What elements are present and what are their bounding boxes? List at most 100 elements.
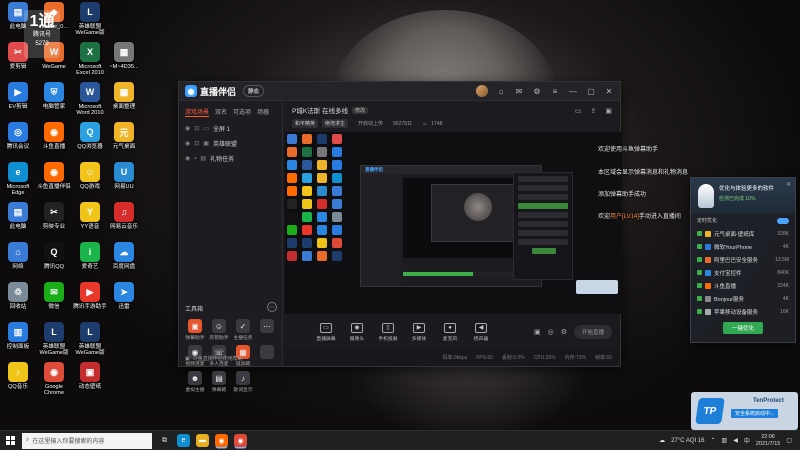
category-tag[interactable]: 和平精英	[292, 119, 319, 128]
desktop-icon[interactable]: ▶ EV剪辑	[0, 82, 36, 110]
settings-icon[interactable]: ⚙	[532, 86, 542, 96]
desktop-icon[interactable]: W Microsoft Word 2010	[72, 82, 108, 117]
startup-item[interactable]: 支付宝控件 840K	[691, 266, 795, 279]
optimize-button[interactable]: 一键优化	[723, 322, 763, 334]
chevron-up-icon[interactable]: ⌃	[711, 437, 716, 444]
tab-3[interactable]: 可选项	[233, 107, 251, 117]
maximize-icon[interactable]: ▢	[586, 86, 596, 96]
desktop-icon[interactable]: ♲ 回收站	[0, 282, 36, 310]
checkbox[interactable]	[697, 309, 702, 314]
lock-icon[interactable]: ⊡	[194, 140, 199, 147]
source-control[interactable]: ◉ 摄像头	[346, 322, 368, 342]
startup-item[interactable]: 斗鱼直播 224K	[691, 279, 795, 292]
desktop-icon[interactable]: ➤ 迅雷	[106, 282, 142, 310]
chrome-icon[interactable]: ◉	[234, 434, 247, 447]
checkbox[interactable]	[697, 283, 702, 288]
start-button[interactable]	[0, 431, 20, 450]
start-live-button[interactable]: 开始直播	[573, 325, 612, 339]
tenprotect-toast[interactable]: TP TenProtect 安全系统启动中...	[691, 392, 798, 430]
desktop-icon[interactable]: ⌂ 网络	[0, 242, 36, 270]
ime-icon[interactable]: 中	[744, 436, 750, 445]
desktop-icon[interactable]: ◎ 腾讯会议	[0, 122, 36, 150]
desktop-icon[interactable]: X Microsoft Excel 2010	[72, 42, 108, 77]
mail-icon[interactable]: ✉	[514, 86, 524, 96]
menu-icon[interactable]: ≡	[550, 86, 560, 96]
desktop-icon[interactable]: ◉ 斗鱼直播伴侣	[36, 162, 72, 190]
desktop-icon[interactable]: ♫ 网易云音乐	[106, 202, 142, 230]
desktop-icon[interactable]: ▣ 动态壁纸	[72, 362, 108, 390]
desktop-icon[interactable]: Q QQ浏览器	[72, 122, 108, 150]
toolbox-item[interactable]: ☺ 房管助手	[207, 319, 231, 341]
live-preview[interactable]: 直播伴侣	[285, 132, 622, 314]
desktop-icon[interactable]: ✂ 剪映专业	[36, 202, 72, 230]
notification-icon[interactable]: ▢	[786, 437, 792, 444]
desktop-icon[interactable]: ◉ Google Chrome	[36, 362, 72, 397]
desktop-icon[interactable]: ▦ ~M~4D35...	[106, 42, 142, 70]
subcategory-tag[interactable]: 绝地求生	[322, 119, 349, 128]
source-control[interactable]: ▭ 直播屏幕	[315, 322, 337, 342]
close-icon[interactable]: ✕	[604, 86, 614, 96]
desktop-icon[interactable]: e Microsoft Edge	[0, 162, 36, 197]
desktop-icon[interactable]: U 网易UU	[106, 162, 142, 190]
tab-2[interactable]: 双名	[215, 107, 227, 117]
taskbar-search[interactable]: ⌕ 在这里输入你要搜索的内容	[22, 432, 152, 449]
desktop-icon[interactable]: Q 腾讯QQ	[36, 242, 72, 270]
toolbox-item[interactable]: ▤ 弹幕箱	[207, 371, 231, 393]
toggle-switch[interactable]	[777, 217, 789, 224]
startup-item[interactable]: 微软YourPhone 4K	[691, 240, 795, 253]
startup-item[interactable]: Bonjour服务 4K	[691, 292, 795, 305]
more-icon[interactable]: ⋯	[267, 302, 277, 312]
visibility-icon[interactable]: ◉	[185, 140, 190, 147]
startup-item[interactable]: 元气桌面-壁纸库 328K	[691, 227, 795, 240]
startup-item[interactable]: 阿里巴巴安全服务 13.5M	[691, 253, 795, 266]
desktop-icon[interactable]: 元元气桌面	[106, 122, 142, 150]
lock-icon[interactable]: ⊡	[194, 125, 199, 132]
scene-item[interactable]: ◉ ⊡ ▣ 英雄联盟	[179, 136, 282, 151]
gift-icon[interactable]: ⌂	[496, 86, 506, 96]
screenshot-icon[interactable]: ▣	[605, 107, 612, 115]
scene-item[interactable]: ◉ ▪ ▤ 礼物任务	[179, 151, 282, 166]
visibility-icon[interactable]: ◉	[185, 125, 190, 132]
source-control[interactable]: ◀ 扬声器	[470, 322, 492, 342]
douyu-companion-icon[interactable]: ◉	[215, 434, 228, 447]
minimize-icon[interactable]: —	[568, 86, 578, 96]
desktop-icon[interactable]: ☁ 百度网盘	[106, 242, 142, 270]
toolbox-item[interactable]: ✓ 主播任务	[231, 319, 255, 341]
tab-4[interactable]: 场器	[257, 107, 269, 117]
desktop-icon[interactable]: ⛨ 电脑管家	[36, 82, 72, 110]
version-badge[interactable]: 静态	[243, 85, 265, 97]
source-control[interactable]: ● 麦克风	[439, 322, 461, 342]
desktop-icon[interactable]: ✉ 微信	[36, 282, 72, 310]
desktop-icon[interactable]: ☺ QQ游戏	[72, 162, 108, 190]
desktop-icon[interactable]: ◉ 斗鱼直播	[36, 122, 72, 150]
checkbox[interactable]	[697, 231, 702, 236]
help-link[interactable]: ▣ 斗鱼直播伴侣使用帮助	[185, 355, 243, 363]
desktop-icon[interactable]: Y YY语音	[72, 202, 108, 230]
clock[interactable]: 22:06 2021/7/15	[756, 434, 780, 448]
settings-icon[interactable]: ⚙	[561, 328, 567, 336]
desktop-icon[interactable]: i 爱奇艺	[72, 242, 108, 270]
edit-title-button[interactable]: 修改	[351, 106, 368, 114]
source-control[interactable]: ▯ 手机投屏	[377, 322, 399, 342]
close-icon[interactable]: ✕	[786, 181, 791, 188]
desktop-icon[interactable]: ▶ 腾讯手游助手	[72, 282, 108, 310]
weather-icon[interactable]: ☁	[659, 437, 665, 444]
share-icon[interactable]: ⇪	[591, 107, 597, 115]
desktop-icon[interactable]: ♪ QQ音乐	[0, 362, 36, 390]
desktop-icon[interactable]: ▥ 控制面板	[0, 322, 36, 350]
broadcast-icon[interactable]: ◎	[548, 328, 554, 336]
toolbox-item[interactable]: ▣ 弹幕助手	[183, 319, 207, 341]
task-view-icon[interactable]: ⧉	[158, 434, 171, 447]
visibility-icon[interactable]: ◉	[185, 155, 190, 162]
desktop-icon[interactable]: ▦ 桌面整理	[106, 82, 142, 110]
checkbox[interactable]	[697, 244, 702, 249]
scene-item[interactable]: ◉ ⊡ ▭ 全屏 1	[179, 121, 282, 136]
desktop-icon[interactable]: L 英雄联盟 WeGame版	[72, 2, 108, 37]
startup-item[interactable]: 苹果移动设备服务 16K	[691, 305, 795, 318]
volume-icon[interactable]: ◀	[733, 437, 738, 444]
checkbox[interactable]	[697, 257, 702, 262]
checkbox[interactable]	[697, 270, 702, 275]
desktop-icon[interactable]: ▤ 此电脑	[0, 202, 36, 230]
desktop-icon[interactable]: L 英雄联盟 WeGame版	[72, 322, 108, 357]
network-icon[interactable]: ▥	[722, 437, 728, 444]
